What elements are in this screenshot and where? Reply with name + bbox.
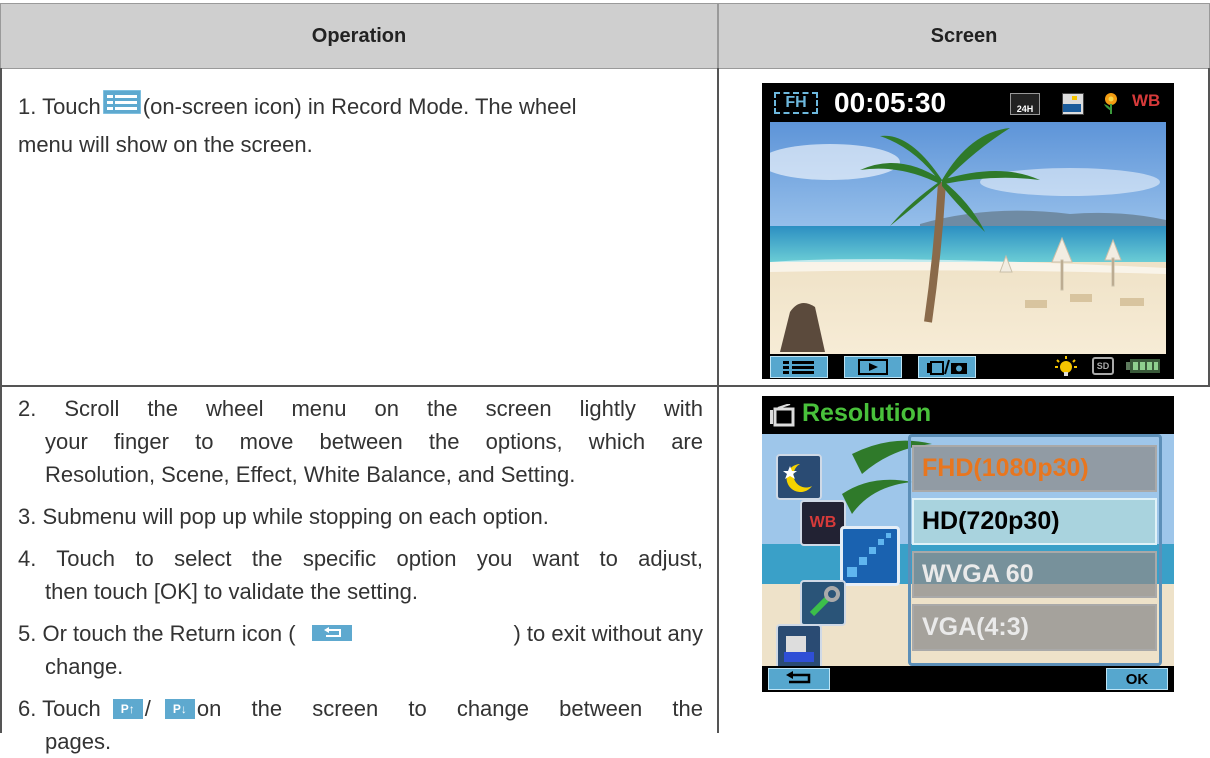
step-5-text-a: 5. Or touch the Return icon (	[18, 621, 296, 646]
screen-header: Screen	[718, 3, 1210, 69]
step-1-text-a: 1. Touch	[18, 94, 101, 119]
step-1-text-b: (on-screen icon) in Record Mode. The whe…	[142, 94, 577, 119]
macro-icon	[1100, 91, 1122, 115]
step-6-text-a: 6. Touch	[18, 696, 101, 721]
step-2-line-1: 2. Scroll the wheel menu on the screen l…	[18, 396, 703, 421]
step-4-line-1: 4. Touch to select the specific option y…	[18, 546, 703, 571]
ok-button[interactable]: OK	[1106, 668, 1168, 690]
menu-title-bar: Resolution	[762, 396, 1174, 434]
menu-button[interactable]	[770, 356, 828, 378]
step-1: 1. Touch (on-screen icon) in Record Mode…	[18, 88, 703, 164]
led-light-icon	[1054, 355, 1078, 377]
setting-icon[interactable]	[800, 580, 846, 626]
white-balance-icon: WB	[1132, 91, 1161, 110]
status-bar: FH 00:05:30 24H WB	[762, 83, 1174, 122]
step-1-text-c: menu will show on the screen.	[18, 132, 313, 157]
battery-icon	[1126, 359, 1160, 373]
resolution-icon[interactable]	[840, 526, 900, 586]
record-mode-screen: FH 00:05:30 24H WB SD	[762, 83, 1174, 379]
scene-night-icon[interactable]	[776, 454, 822, 500]
table-left-border	[0, 68, 2, 733]
step-2-line-3: Resolution, Scene, Effect, White Balance…	[45, 462, 576, 487]
page-up-icon: P↑	[112, 698, 143, 719]
option-hd[interactable]: HD(720p30)	[912, 498, 1157, 545]
resolution-menu-screen: Resolution FHD(1080p30) HD(720p30) WVGA …	[762, 396, 1174, 692]
video-mode-icon	[770, 404, 795, 427]
page-down-icon: P↓	[164, 698, 195, 719]
return-icon	[311, 617, 352, 650]
menu-icon	[102, 88, 142, 126]
table-row-divider	[0, 385, 1210, 387]
record-timer: 00:05:30	[834, 87, 947, 118]
playback-button[interactable]	[844, 356, 902, 378]
step-6-text-b: on the screen to change between the	[196, 696, 703, 721]
fhd-badge: FH	[774, 92, 818, 114]
table-column-divider	[717, 68, 719, 733]
step-3: 3. Submenu will pop up while stopping on…	[18, 504, 549, 529]
video-photo-mode-button[interactable]	[918, 356, 976, 378]
return-button[interactable]	[768, 668, 830, 690]
option-vga[interactable]: VGA(4:3)	[912, 604, 1157, 651]
effect-icon[interactable]	[776, 624, 822, 670]
menu-title: Resolution	[802, 399, 932, 427]
steps-2-to-6: 2. Scroll the wheel menu on the screen l…	[18, 392, 703, 758]
quality-icon	[1062, 93, 1084, 115]
step-5-line-1: 5. Or touch the Return icon ( ) to exit …	[18, 617, 703, 650]
option-wvga[interactable]: WVGA 60	[912, 551, 1157, 598]
step-5-text-b: ) to exit without any	[513, 621, 703, 646]
option-fhd[interactable]: FHD(1080p30)	[912, 445, 1157, 492]
step-2-line-2: your finger to move between the options,…	[45, 429, 703, 454]
table-left-border-lower	[0, 692, 2, 733]
sd-card-icon: SD	[1092, 357, 1114, 375]
step-4-line-2: then touch [OK] to validate the setting.	[45, 579, 419, 604]
beach-photo	[770, 122, 1166, 354]
operation-header: Operation	[0, 3, 718, 69]
step-6-line-1: 6. Touch P↑ / P↓ on the screen to change…	[18, 692, 703, 725]
step-6-line-2: pages.	[45, 729, 112, 754]
frame-rate-icon: 24H	[1010, 93, 1040, 115]
step-5-line-2: change.	[45, 654, 124, 679]
